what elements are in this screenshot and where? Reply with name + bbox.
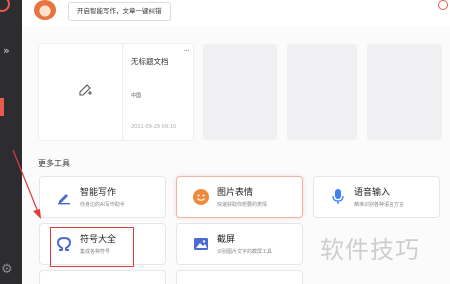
tool-screenshot[interactable]: 截屏 识别图片文字的截屏工具 bbox=[176, 223, 303, 265]
tool-name: 截屏 bbox=[217, 235, 236, 245]
top-bar: 开启智能写作，文章一键纠错 bbox=[22, 0, 450, 26]
document-title: 无标题文档 bbox=[131, 57, 169, 66]
collapse-sidebar-icon[interactable]: » bbox=[3, 44, 10, 57]
tool-card-partial[interactable] bbox=[39, 270, 166, 284]
sidebar-active-indicator bbox=[0, 98, 4, 116]
tool-description: 你身边的AI写作助手 bbox=[80, 202, 125, 208]
document-placeholder bbox=[203, 44, 277, 140]
tool-smart-writing[interactable]: 智能写作 你身边的AI写作助手 bbox=[39, 176, 166, 218]
tool-image-emoji[interactable]: 图片表情 快速获取你想要的表情 bbox=[176, 176, 303, 218]
highlight-annotation-box bbox=[50, 227, 134, 267]
app-logo-icon bbox=[0, 0, 10, 12]
emoji-icon bbox=[191, 187, 211, 207]
new-document-card[interactable] bbox=[39, 44, 131, 140]
tool-name: 图片表情 bbox=[217, 188, 254, 198]
avatar[interactable] bbox=[34, 0, 56, 20]
tool-name: 智能写作 bbox=[80, 188, 117, 198]
more-tools-heading: 更多工具 bbox=[38, 159, 70, 168]
add-document-icon bbox=[79, 84, 92, 96]
close-icon[interactable] bbox=[438, 0, 448, 10]
settings-gear-icon[interactable]: ⚙ bbox=[1, 262, 13, 277]
pen-icon bbox=[54, 187, 74, 207]
screenshot-icon bbox=[191, 234, 211, 254]
document-card[interactable]: ... 无标题文档 中国 2021-09-29 09:10 bbox=[123, 44, 193, 140]
tool-voice-input[interactable]: 语音输入 精准识别各种语言方言 bbox=[313, 176, 440, 218]
document-date: 2021-09-29 09:10 bbox=[131, 124, 177, 130]
tool-description: 快速获取你想要的表情 bbox=[217, 202, 268, 208]
smart-writing-tip-button[interactable]: 开启智能写作，文章一键纠错 bbox=[68, 2, 171, 21]
document-placeholder bbox=[287, 44, 357, 140]
microphone-icon bbox=[328, 187, 348, 207]
sidebar: » ⚙ bbox=[0, 0, 22, 284]
document-placeholder bbox=[367, 44, 442, 140]
document-preview: 中国 bbox=[131, 93, 142, 99]
tool-description: 精准识别各种语言方言 bbox=[354, 202, 405, 208]
tool-card-partial[interactable] bbox=[176, 270, 303, 284]
watermark: 软件技巧 bbox=[320, 236, 420, 264]
tool-description: 识别图片文字的截屏工具 bbox=[217, 249, 273, 255]
tool-name: 语音输入 bbox=[354, 188, 391, 198]
more-options-icon[interactable]: ... bbox=[183, 44, 190, 54]
